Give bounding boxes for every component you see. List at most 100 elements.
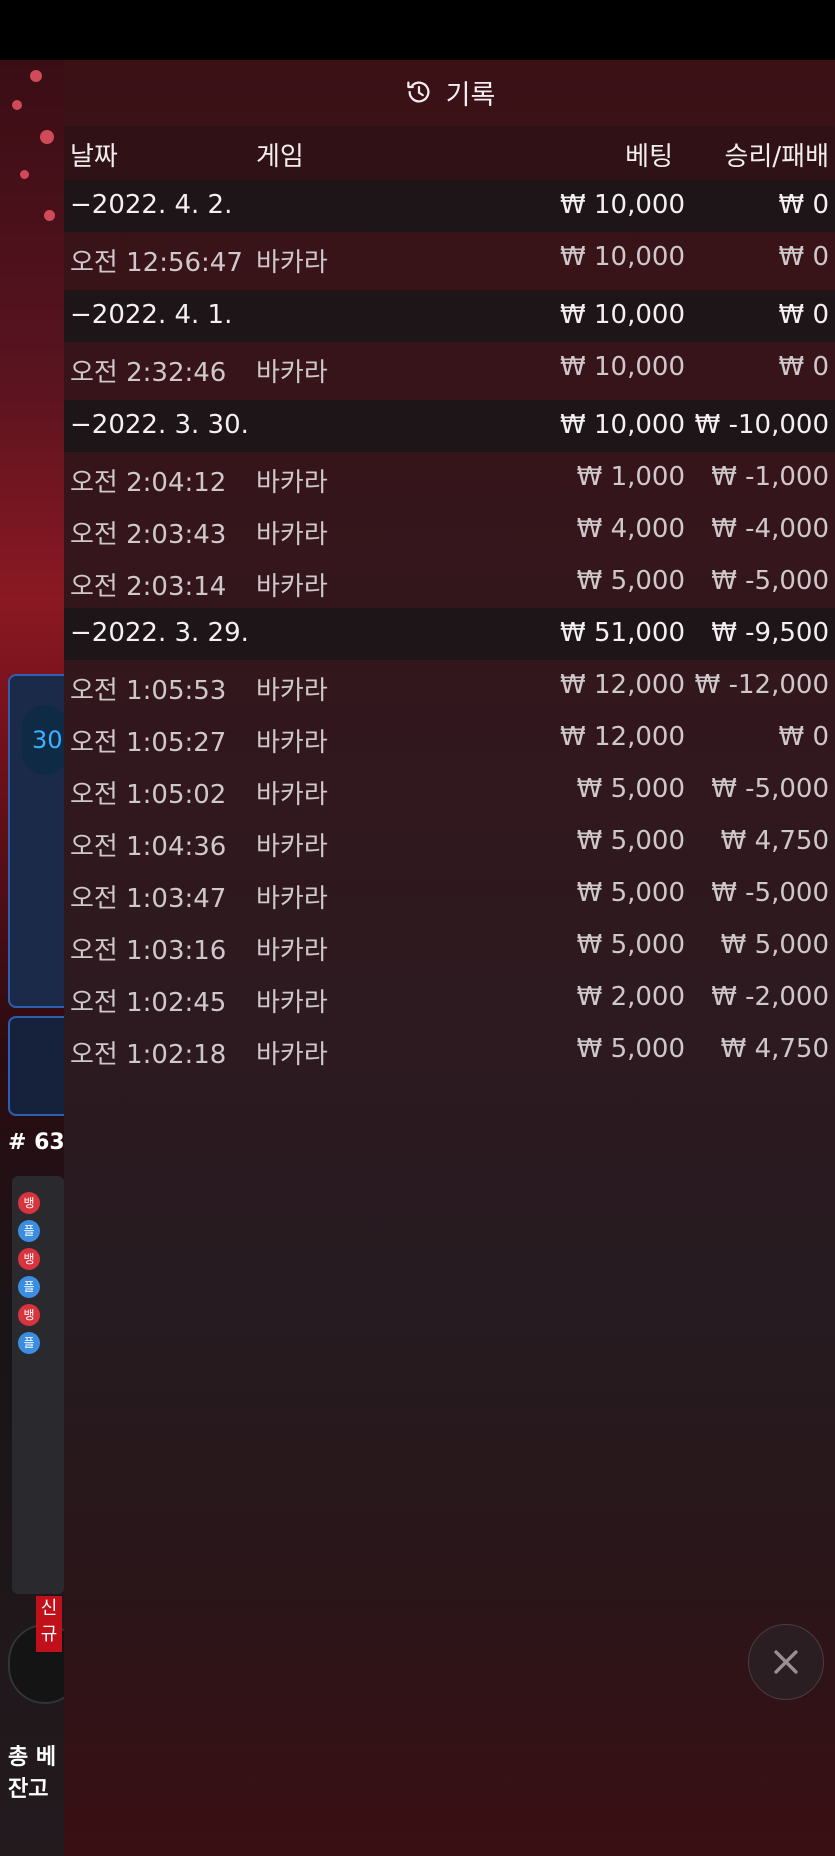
total-bet-label: 총 베 [8,1745,57,1770]
row-result: ₩ 4,750 [720,1034,829,1064]
group-date: −2022. 4. 1. [70,300,233,330]
row-game: 바카라 [256,572,328,602]
road-banker-dot: 뱅 [18,1304,40,1326]
date-group-row: −2022. 4. 1. ₩ 10,000 ₩ 0 [64,290,835,342]
status-bar [0,0,835,60]
group-bet: ₩ 51,000 [560,618,685,648]
row-bet: ₩ 1,000 [576,462,685,492]
group-bet: ₩ 10,000 [560,190,685,220]
row-game: 바카라 [256,676,328,706]
date-group-row: −2022. 4. 2. ₩ 10,000 ₩ 0 [64,180,835,232]
row-bet: ₩ 10,000 [560,352,685,382]
row-game: 바카라 [256,988,328,1018]
table-row: 오전 1:02:45 바카라 ₩ 2,000 ₩ -2,000 [64,972,835,1024]
road-player-dot: 플 [18,1276,40,1298]
table-row: 오전 1:05:02 바카라 ₩ 5,000 ₩ -5,000 [64,764,835,816]
row-game: 바카라 [256,520,328,550]
row-game: 바카라 [256,728,328,758]
road-banker-dot: 뱅 [18,1248,40,1270]
row-result: ₩ -12,000 [694,670,829,700]
background-timer: 30 [22,705,68,775]
group-bet: ₩ 10,000 [560,410,685,440]
row-result: ₩ 4,750 [720,826,829,856]
history-title: 기록 [64,60,835,124]
row-bet: ₩ 5,000 [576,878,685,908]
table-row: 오전 1:03:16 바카라 ₩ 5,000 ₩ 5,000 [64,920,835,972]
row-result: ₩ -5,000 [711,878,829,908]
row-bet: ₩ 5,000 [576,1034,685,1064]
group-date: −2022. 3. 30. [70,410,249,440]
row-time: 오전 1:05:02 [70,780,227,810]
row-time: 오전 1:02:45 [70,988,227,1018]
row-time: 오전 1:02:18 [70,1040,227,1070]
background-new-badge: 신 규 [36,1596,62,1652]
road-banker-dot: 뱅 [18,1192,40,1214]
group-date: −2022. 3. 29. [70,618,249,648]
row-result: ₩ -2,000 [711,982,829,1012]
row-bet: ₩ 10,000 [560,242,685,272]
table-row: 오전 12:56:47 바카라 ₩ 10,000 ₩ 0 [64,232,835,290]
table-row: 오전 2:03:43 바카라 ₩ 4,000 ₩ -4,000 [64,504,835,556]
table-row: 오전 2:32:46 바카라 ₩ 10,000 ₩ 0 [64,342,835,400]
history-icon [406,81,430,103]
group-result: ₩ -9,500 [711,618,829,648]
row-time: 오전 1:04:36 [70,832,227,862]
group-result: ₩ -10,000 [694,410,829,440]
history-panel: 기록 날짜 게임 베팅 승리/패배 −2022. 4. 2. ₩ 10,000 ₩ … [64,60,835,1856]
row-time: 오전 2:03:14 [70,572,227,602]
group-bet: ₩ 10,000 [560,300,685,330]
row-result: ₩ 0 [778,352,829,382]
table-header: 날짜 게임 베팅 승리/패배 [64,126,835,180]
row-game: 바카라 [256,780,328,810]
row-result: ₩ -5,000 [711,566,829,596]
row-bet: ₩ 12,000 [560,670,685,700]
row-time: 오전 1:05:27 [70,728,227,758]
table-row: 오전 2:03:14 바카라 ₩ 5,000 ₩ -5,000 [64,556,835,608]
row-result: ₩ -5,000 [711,774,829,804]
row-bet: ₩ 5,000 [576,930,685,960]
row-bet: ₩ 2,000 [576,982,685,1012]
row-time: 오전 1:03:16 [70,936,227,966]
background-road-board: 뱅 플 뱅 플 뱅 플 [12,1176,64,1594]
date-group-row: −2022. 3. 30. ₩ 10,000 ₩ -10,000 [64,400,835,452]
close-button[interactable] [748,1624,824,1700]
row-game: 바카라 [256,832,328,862]
row-time: 오전 2:32:46 [70,358,227,388]
row-game: 바카라 [256,936,328,966]
background-totals: 총 베 잔고 [8,1742,56,1806]
group-date: −2022. 4. 2. [70,190,233,220]
table-row: 오전 1:04:36 바카라 ₩ 5,000 ₩ 4,750 [64,816,835,868]
row-game: 바카라 [256,358,328,388]
balance-label: 잔고 [8,1777,49,1802]
row-result: ₩ -1,000 [711,462,829,492]
row-result: ₩ -4,000 [711,514,829,544]
row-time: 오전 1:03:47 [70,884,227,914]
row-game: 바카라 [256,1040,328,1070]
row-bet: ₩ 5,000 [576,826,685,856]
row-bet: ₩ 5,000 [576,566,685,596]
row-time: 오전 12:56:47 [70,248,243,278]
table-row: 오전 1:03:47 바카라 ₩ 5,000 ₩ -5,000 [64,868,835,920]
row-game: 바카라 [256,468,328,498]
row-time: 오전 2:04:12 [70,468,227,498]
row-bet: ₩ 4,000 [576,514,685,544]
header-bet: 베팅 [625,142,673,172]
header-game: 게임 [256,142,304,172]
table-row: 오전 1:05:27 바카라 ₩ 12,000 ₩ 0 [64,712,835,764]
row-result: ₩ 5,000 [720,930,829,960]
group-result: ₩ 0 [778,190,829,220]
row-game: 바카라 [256,884,328,914]
row-result: ₩ 0 [778,242,829,272]
row-bet: ₩ 12,000 [560,722,685,752]
background-bet-panel-2 [8,1016,72,1116]
table-row: 오전 2:04:12 바카라 ₩ 1,000 ₩ -1,000 [64,452,835,504]
row-bet: ₩ 5,000 [576,774,685,804]
history-table: −2022. 4. 2. ₩ 10,000 ₩ 0 오전 12:56:47 바카라 ₩ 1… [64,180,835,1076]
row-game: 바카라 [256,248,328,278]
group-result: ₩ 0 [778,300,829,330]
history-title-text: 기록 [445,79,496,111]
table-row: 오전 1:05:53 바카라 ₩ 12,000 ₩ -12,000 [64,660,835,712]
road-player-dot: 플 [18,1220,40,1242]
table-row: 오전 1:02:18 바카라 ₩ 5,000 ₩ 4,750 [64,1024,835,1076]
road-player-dot: 플 [18,1332,40,1354]
